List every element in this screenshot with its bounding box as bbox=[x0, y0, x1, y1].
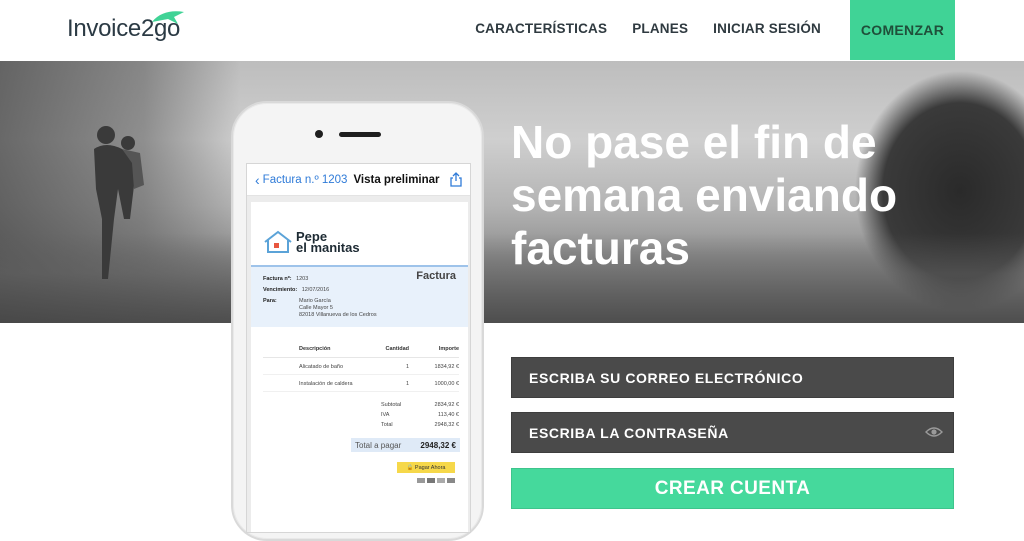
hero-title-line: semana enviando bbox=[511, 169, 898, 221]
item-amount: 1000,00 € bbox=[434, 381, 459, 387]
total-label: Total bbox=[381, 422, 393, 428]
due-label: Vencimiento: bbox=[263, 287, 298, 293]
table-header: Descripción Cantidad Importe bbox=[263, 346, 459, 358]
due-value: 12/07/2016 bbox=[301, 287, 330, 293]
item-amount: 1834,92 € bbox=[434, 364, 459, 370]
subtotal-row: Subtotal 2834,92 € bbox=[361, 400, 459, 410]
item-desc: Alicatado de baño bbox=[299, 364, 344, 370]
logo-mark-icon bbox=[152, 11, 184, 24]
client-street: Calle Mayor 5 bbox=[299, 305, 333, 311]
client-name: Mario García bbox=[299, 298, 331, 304]
invoice-meta: Factura nº: 1203 Vencimiento: 12/07/2016 bbox=[263, 272, 329, 294]
item-desc: Instalación de caldera bbox=[299, 381, 353, 387]
to-label: Para: bbox=[263, 298, 277, 304]
brand-line: el manitas bbox=[296, 240, 360, 255]
screen-nav-bar: ‹ Factura n.º 1203 Vista preliminar bbox=[247, 164, 470, 196]
amount-due-label: Total a pagar bbox=[355, 440, 402, 450]
subtotal-label: Subtotal bbox=[381, 402, 402, 408]
password-input[interactable] bbox=[511, 412, 954, 453]
tax-value: 113,40 € bbox=[437, 412, 459, 418]
hero-title-line: facturas bbox=[511, 222, 690, 274]
total-value: 2948,32 € bbox=[434, 422, 459, 428]
pay-now-label: Pagar Ahora bbox=[414, 464, 446, 471]
hero-title-line: No pase el fin de bbox=[511, 116, 877, 168]
table-row: Instalación de caldera 1 1000,00 € bbox=[263, 375, 459, 392]
invoice-doc-title: Factura bbox=[416, 270, 456, 282]
invoice-brand-name: Pepe el manitas bbox=[296, 230, 360, 255]
share-icon bbox=[450, 172, 462, 187]
table-row: Alicatado de baño 1 1834,92 € bbox=[263, 358, 459, 375]
email-input[interactable] bbox=[511, 357, 954, 398]
eye-icon[interactable] bbox=[925, 426, 943, 438]
col-amount: Importe bbox=[438, 346, 459, 352]
site-header: Invoice2go CARACTERÍSTICAS PLANES INICIA… bbox=[0, 0, 1024, 61]
payment-logos bbox=[417, 478, 455, 483]
hero-person-figure bbox=[94, 126, 144, 279]
nav-login-link[interactable]: INICIAR SESIÓN bbox=[713, 21, 821, 36]
col-desc: Descripción bbox=[299, 346, 331, 352]
total-row: Total 2948,32 € bbox=[361, 420, 459, 430]
start-button[interactable]: COMENZAR bbox=[850, 0, 955, 60]
client-city: 82018 Villanueva de los Cedros bbox=[299, 312, 377, 318]
amount-due-value: 2948,32 € bbox=[420, 440, 456, 450]
phone-camera bbox=[315, 130, 323, 138]
tax-row: IVA 113,40 € bbox=[361, 410, 459, 420]
screen-title: Vista preliminar bbox=[353, 173, 440, 186]
item-qty: 1 bbox=[405, 364, 409, 370]
phone-mockup: ‹ Factura n.º 1203 Vista preliminar Pepe… bbox=[231, 101, 484, 541]
invoice-items-table: Descripción Cantidad Importe Alicatado d… bbox=[263, 346, 459, 392]
invoice-document: Pepe el manitas Factura Factura nº: 1203… bbox=[251, 202, 468, 532]
hero-title: No pase el fin de semana enviando factur… bbox=[511, 116, 951, 275]
pay-now-button: 🔒 Pagar Ahora bbox=[397, 462, 455, 473]
create-account-button[interactable]: CREAR CUENTA bbox=[511, 468, 954, 509]
main-nav: CARACTERÍSTICAS PLANES INICIAR SESIÓN bbox=[475, 0, 821, 56]
phone-screen: ‹ Factura n.º 1203 Vista preliminar Pepe… bbox=[246, 163, 471, 533]
client-address: Mario García Calle Mayor 5 82018 Villanu… bbox=[299, 298, 377, 319]
invoice-totals: Subtotal 2834,92 € IVA 113,40 € Total 29… bbox=[361, 400, 459, 430]
logo[interactable]: Invoice2go bbox=[67, 11, 184, 46]
number-label: Factura nº: bbox=[263, 276, 292, 282]
subtotal-value: 2834,92 € bbox=[434, 402, 459, 408]
phone-speaker bbox=[339, 132, 381, 137]
lock-icon: 🔒 bbox=[406, 464, 415, 471]
back-button: ‹ Factura n.º 1203 bbox=[255, 173, 347, 187]
back-label: Factura n.º 1203 bbox=[262, 173, 348, 186]
hero-banner: No pase el fin de semana enviando factur… bbox=[0, 61, 1024, 323]
amount-due-bar: Total a pagar 2948,32 € bbox=[351, 438, 460, 452]
house-logo-icon bbox=[264, 230, 292, 253]
col-qty: Cantidad bbox=[385, 346, 409, 352]
nav-plans-link[interactable]: PLANES bbox=[632, 21, 688, 36]
invoice-brand: Pepe el manitas bbox=[263, 230, 360, 254]
nav-features-link[interactable]: CARACTERÍSTICAS bbox=[475, 21, 607, 36]
tax-label: IVA bbox=[381, 412, 390, 418]
back-chevron-icon: ‹ bbox=[255, 171, 260, 188]
item-qty: 1 bbox=[405, 381, 409, 387]
